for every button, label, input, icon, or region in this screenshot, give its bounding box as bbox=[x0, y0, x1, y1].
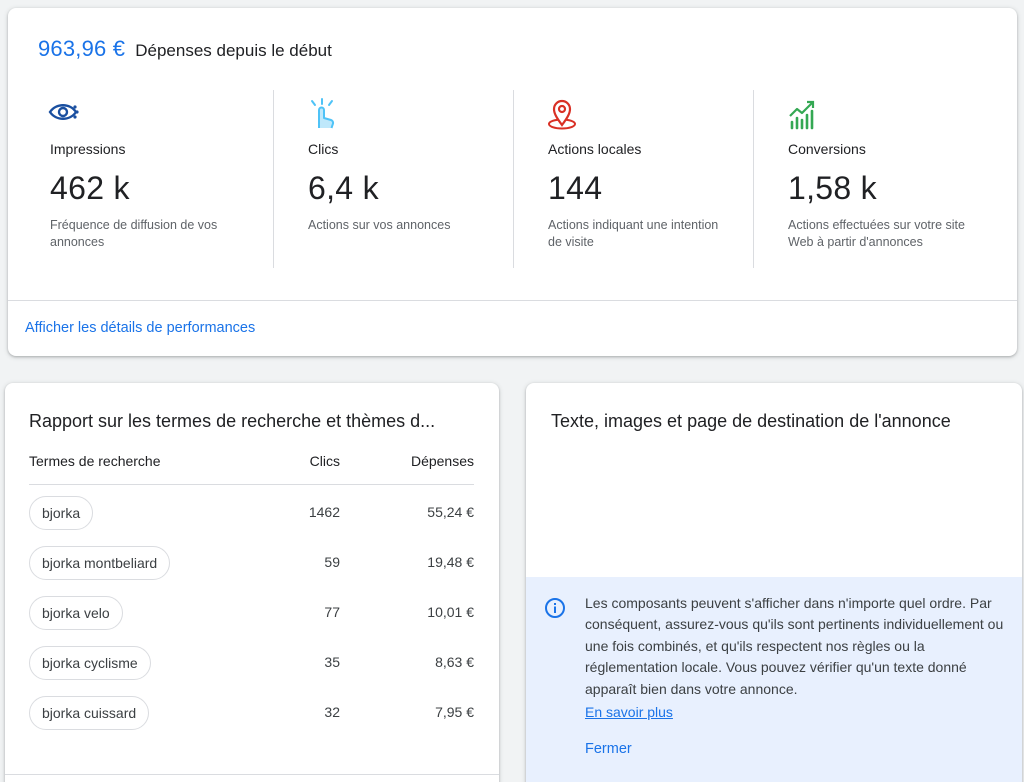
total-spend-amount: 963,96 € bbox=[38, 36, 126, 61]
view-performance-details-link[interactable]: Afficher les détails de performances bbox=[25, 320, 255, 336]
metric-description: Fréquence de diffusion de vos annonces bbox=[50, 218, 218, 249]
table-row: bjorka montbeliard 59 19,48 € bbox=[29, 546, 474, 580]
metric-description: Actions sur vos annonces bbox=[308, 218, 451, 232]
performance-summary-card: 963,96 € Dépenses depuis le début Impres… bbox=[8, 8, 1017, 356]
learn-more-link[interactable]: En savoir plus bbox=[585, 704, 673, 720]
clicks-cell: 32 bbox=[324, 704, 340, 720]
table-header: Termes de recherche Clics Dépenses bbox=[29, 453, 474, 485]
ad-assets-title: Texte, images et page de destination de … bbox=[551, 411, 951, 431]
metric-clicks: Clics 6,4 k Actions sur vos annonces bbox=[273, 90, 513, 268]
metric-description: Actions effectuées sur votre site Web à … bbox=[788, 218, 965, 249]
search-term-chip[interactable]: bjorka cuissard bbox=[29, 696, 150, 730]
info-icon bbox=[545, 598, 565, 618]
ad-assets-card: Texte, images et page de destination de … bbox=[526, 383, 1022, 782]
column-header-spend: Dépenses bbox=[410, 453, 474, 469]
search-term-chip[interactable]: bjorka velo bbox=[29, 596, 123, 630]
clicks-cell: 35 bbox=[324, 654, 340, 670]
table-row: bjorka 1462 55,24 € bbox=[29, 496, 474, 530]
clicks-cell: 59 bbox=[324, 554, 340, 570]
location-pin-icon bbox=[548, 99, 576, 130]
metrics-row: Impressions 462 k Fréquence de diffusion… bbox=[8, 90, 1017, 268]
metric-conversions: Conversions 1,58 k Actions effectuées su… bbox=[753, 90, 993, 268]
metric-title: Actions locales bbox=[548, 141, 642, 157]
spend-cell: 19,48 € bbox=[427, 554, 474, 570]
eye-icon bbox=[48, 104, 79, 120]
spend-cell: 10,01 € bbox=[427, 604, 474, 620]
spend-cell: 7,95 € bbox=[435, 704, 474, 720]
metric-title: Clics bbox=[308, 141, 339, 157]
metric-title: Impressions bbox=[50, 141, 126, 157]
info-banner: Les composants peuvent s'afficher dans n… bbox=[526, 577, 1022, 782]
metric-title: Conversions bbox=[788, 141, 866, 157]
metric-description: Actions indiquant une intention de visit… bbox=[548, 218, 719, 249]
metric-value: 462 k bbox=[50, 170, 130, 206]
column-header-clicks: Clics bbox=[309, 453, 340, 469]
search-term-chip[interactable]: bjorka montbeliard bbox=[29, 546, 171, 580]
tap-icon bbox=[311, 98, 335, 129]
divider bbox=[5, 774, 499, 775]
column-header-terms: Termes de recherche bbox=[29, 453, 161, 469]
search-term-chip[interactable]: bjorka bbox=[29, 496, 94, 530]
metric-impressions: Impressions 462 k Fréquence de diffusion… bbox=[8, 90, 273, 268]
metric-value: 144 bbox=[548, 170, 603, 206]
info-message: Les composants peuvent s'afficher dans n… bbox=[585, 595, 1004, 697]
table-row: bjorka cuissard 32 7,95 € bbox=[29, 696, 474, 730]
clicks-cell: 1462 bbox=[308, 504, 340, 520]
total-spend-label: Dépenses depuis le début bbox=[135, 41, 332, 60]
search-terms-card: Rapport sur les termes de recherche et t… bbox=[5, 383, 499, 782]
clicks-cell: 77 bbox=[324, 604, 340, 620]
trending-chart-icon bbox=[789, 100, 815, 130]
spend-cell: 8,63 € bbox=[435, 654, 474, 670]
search-terms-title: Rapport sur les termes de recherche et t… bbox=[29, 411, 436, 431]
divider bbox=[8, 300, 1017, 301]
spend-row: 963,96 € Dépenses depuis le début bbox=[38, 36, 332, 62]
metric-local-actions: Actions locales 144 Actions indiquant un… bbox=[513, 90, 753, 268]
table-row: bjorka cyclisme 35 8,63 € bbox=[29, 646, 474, 680]
search-term-chip[interactable]: bjorka cyclisme bbox=[29, 646, 151, 680]
table-row: bjorka velo 77 10,01 € bbox=[29, 596, 474, 630]
metric-value: 6,4 k bbox=[308, 170, 379, 206]
metric-value: 1,58 k bbox=[788, 170, 877, 206]
close-button[interactable]: Fermer bbox=[585, 741, 632, 757]
spend-cell: 55,24 € bbox=[427, 504, 474, 520]
